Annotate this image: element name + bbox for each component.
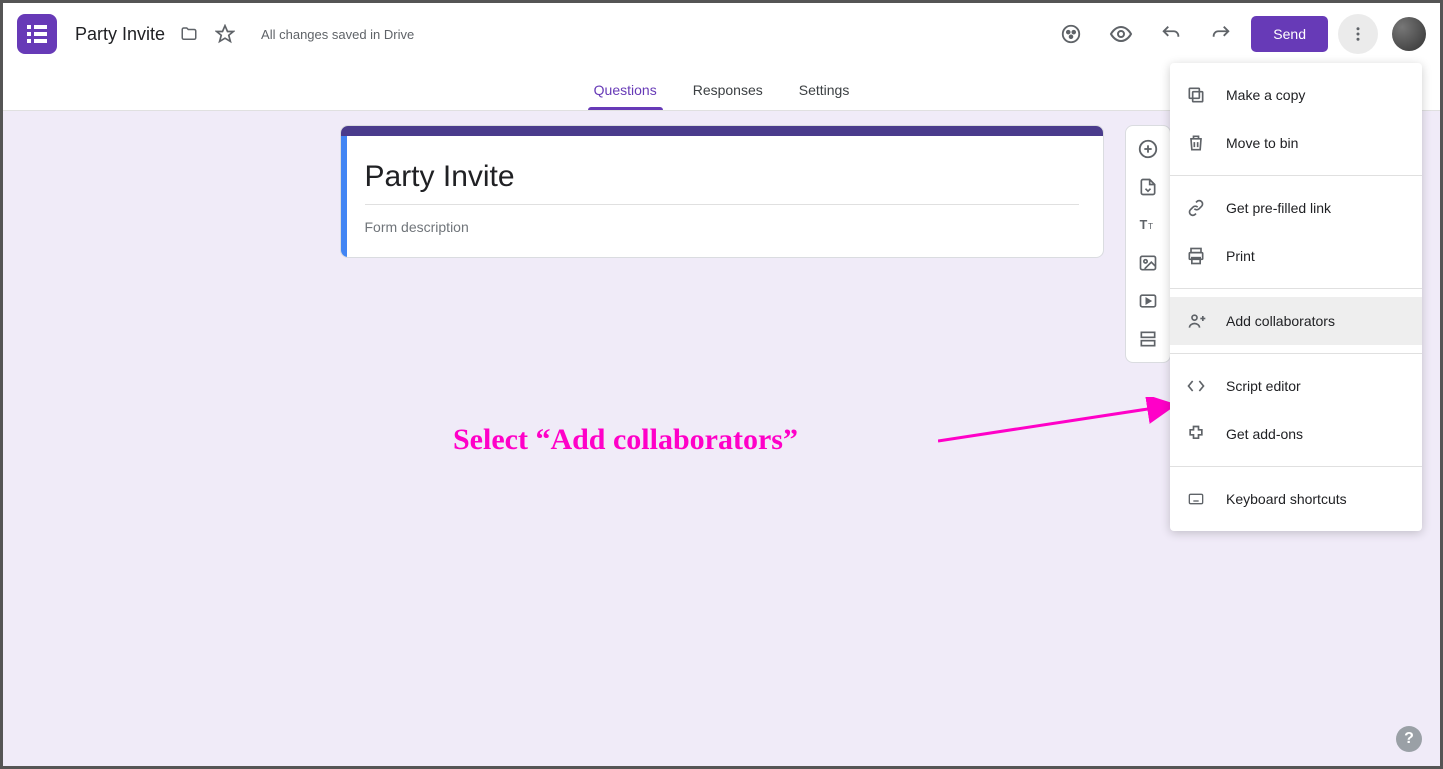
redo-icon[interactable] [1201,14,1241,54]
forms-logo[interactable] [17,14,57,54]
keyboard-icon [1186,491,1210,507]
menu-label: Get add-ons [1226,426,1303,442]
annotation-arrow [938,397,1188,447]
form-header-card[interactable]: Party Invite Form description [340,125,1104,258]
add-image-icon[interactable] [1129,246,1167,280]
forms-icon [27,23,47,45]
menu-label: Print [1226,248,1255,264]
move-folder-icon[interactable] [179,23,201,45]
add-question-icon[interactable] [1129,132,1167,166]
header-bar: Party Invite All changes saved in Drive … [3,3,1440,65]
print-icon [1186,246,1210,266]
tab-questions[interactable]: Questions [594,82,657,110]
menu-label: Move to bin [1226,135,1298,151]
menu-prefilled[interactable]: Get pre-filled link [1170,184,1422,232]
trash-icon [1186,133,1210,153]
theme-icon[interactable] [1051,14,1091,54]
form-description[interactable]: Form description [365,205,1079,235]
menu-move-bin[interactable]: Move to bin [1170,119,1422,167]
add-title-icon[interactable]: TT [1129,208,1167,242]
menu-make-copy[interactable]: Make a copy [1170,71,1422,119]
menu-separator [1170,288,1422,289]
undo-icon[interactable] [1151,14,1191,54]
star-icon[interactable] [215,23,237,45]
menu-label: Script editor [1226,378,1301,394]
copy-icon [1186,85,1210,105]
addon-icon [1186,424,1210,444]
tab-settings[interactable]: Settings [799,82,850,110]
menu-print[interactable]: Print [1170,232,1422,280]
link-icon [1186,198,1210,218]
document-title[interactable]: Party Invite [75,24,165,45]
svg-text:T: T [1148,221,1153,231]
menu-keyboard[interactable]: Keyboard shortcuts [1170,475,1422,523]
send-button[interactable]: Send [1251,16,1328,52]
add-video-icon[interactable] [1129,284,1167,318]
menu-script-editor[interactable]: Script editor [1170,362,1422,410]
menu-label: Make a copy [1226,87,1305,103]
save-status: All changes saved in Drive [261,27,414,42]
more-button[interactable] [1338,14,1378,54]
tab-responses[interactable]: Responses [693,82,763,110]
menu-separator [1170,175,1422,176]
menu-label: Keyboard shortcuts [1226,491,1347,507]
avatar[interactable] [1392,17,1426,51]
add-section-icon[interactable] [1129,322,1167,356]
menu-add-collaborators[interactable]: Add collaborators [1170,297,1422,345]
people-icon [1186,311,1210,331]
header-actions: Send [1051,3,1426,65]
help-icon[interactable]: ? [1396,726,1422,752]
import-questions-icon[interactable] [1129,170,1167,204]
preview-icon[interactable] [1101,14,1141,54]
code-icon [1186,376,1210,396]
annotation-text: Select “Add collaborators” [453,423,798,457]
form-title[interactable]: Party Invite [365,154,1079,205]
more-menu: Make a copy Move to bin Get pre-filled l… [1170,63,1422,531]
menu-separator [1170,466,1422,467]
menu-label: Get pre-filled link [1226,200,1331,216]
svg-text:T: T [1140,218,1148,232]
menu-addons[interactable]: Get add-ons [1170,410,1422,458]
menu-label: Add collaborators [1226,313,1335,329]
side-toolbar: TT [1125,125,1171,363]
menu-separator [1170,353,1422,354]
